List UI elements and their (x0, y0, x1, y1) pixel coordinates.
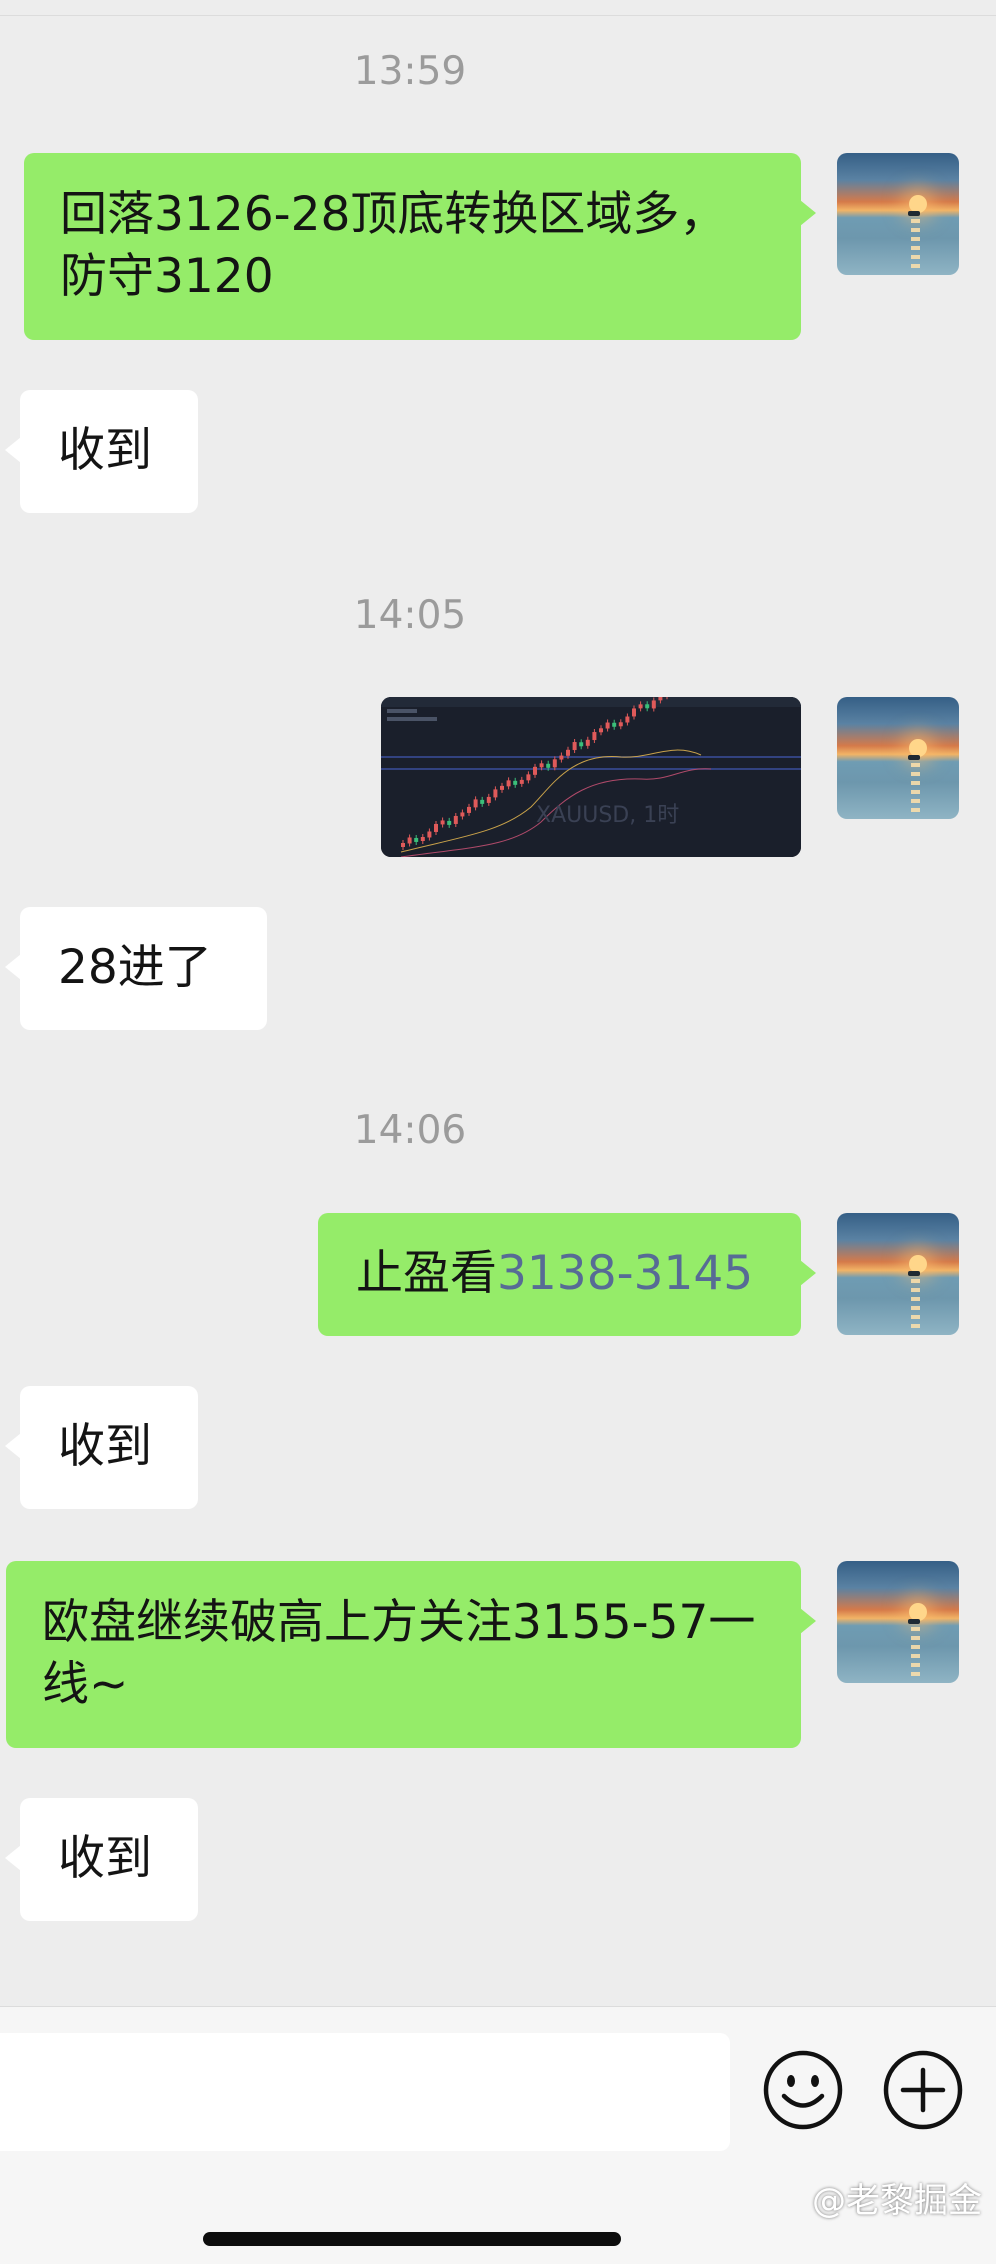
user-avatar[interactable] (837, 153, 959, 275)
timestamp: 14:05 (353, 593, 467, 638)
outgoing-message[interactable]: 欧盘继续破高上方关注3155-57一线~ (6, 1561, 816, 1748)
watermark: @老黎掘金 (812, 2181, 982, 2221)
candlestick-chart-thumbnail: XAUUSD, 1时 (381, 697, 801, 857)
message-text: 28进了 (58, 940, 212, 995)
outgoing-message[interactable]: 止盈看3138-3145 (318, 1213, 816, 1336)
incoming-message[interactable]: 收到 (5, 1386, 198, 1509)
user-avatar[interactable] (837, 1561, 959, 1683)
smiley-face-icon[interactable] (762, 2049, 844, 2131)
message-input[interactable] (0, 2033, 730, 2151)
message-text: 欧盘继续破高上方关注3155-57一线~ (42, 1595, 756, 1712)
incoming-message[interactable]: 28进了 (5, 907, 267, 1030)
home-indicator (203, 2232, 621, 2246)
message-text: 收到 (58, 1831, 152, 1886)
incoming-message[interactable]: 收到 (5, 1798, 198, 1921)
top-divider (0, 15, 996, 16)
timestamp: 14:06 (353, 1108, 467, 1153)
chat-input-bar (0, 2006, 996, 2264)
message-text: 收到 (58, 423, 152, 478)
user-avatar[interactable] (837, 697, 959, 819)
message-text: 止盈看 (356, 1246, 497, 1301)
chart-watermark-label: XAUUSD, 1时 (536, 803, 679, 828)
message-text: 收到 (58, 1419, 152, 1474)
timestamp: 13:59 (353, 49, 467, 94)
chart-image-message[interactable]: XAUUSD, 1时 (381, 697, 801, 857)
user-avatar[interactable] (837, 1213, 959, 1335)
price-range-link[interactable]: 3138-3145 (497, 1246, 753, 1301)
outgoing-message[interactable]: 回落3126-28顶底转换区域多，防守3120 (24, 153, 816, 340)
incoming-message[interactable]: 收到 (5, 390, 198, 513)
plus-circle-icon[interactable] (882, 2049, 964, 2131)
message-text: 回落3126-28顶底转换区域多，防守3120 (60, 187, 727, 304)
